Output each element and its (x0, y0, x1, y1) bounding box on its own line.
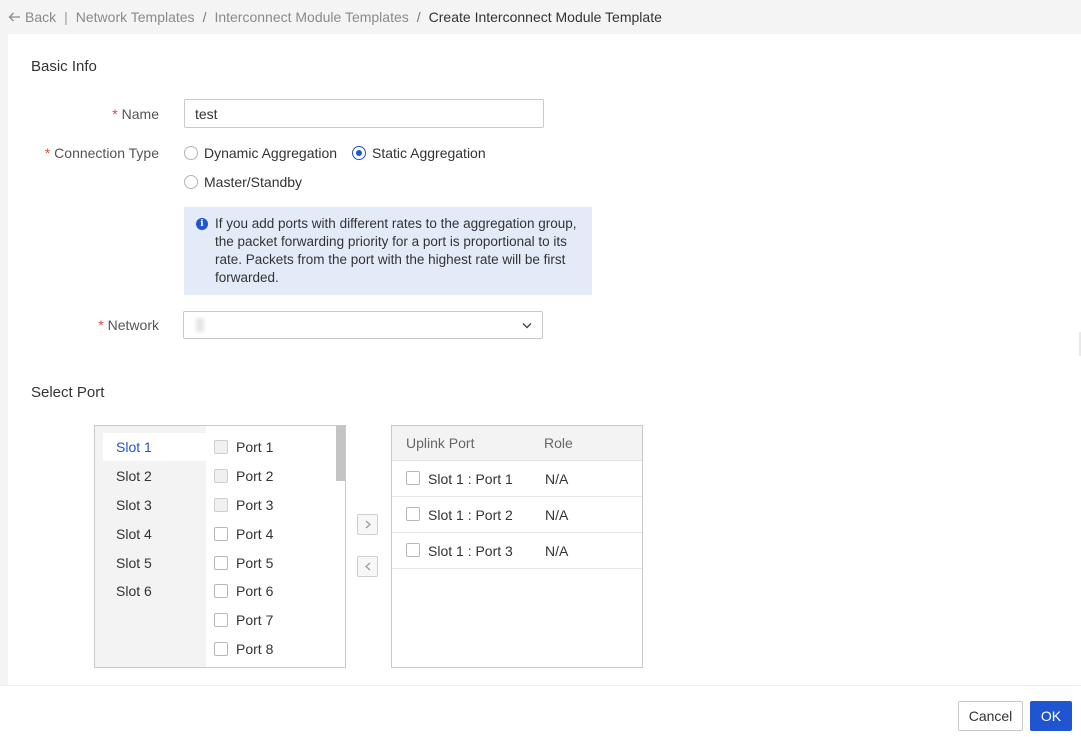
name-input[interactable] (184, 99, 544, 128)
radio-unchecked-icon (184, 175, 198, 189)
uplink-role: N/A (545, 543, 569, 559)
required-mark: * (98, 317, 104, 333)
uplink-table-header: Uplink Port Role (392, 426, 642, 461)
uplink-port-panel: Uplink Port Role Slot 1 : Port 1 N/A Slo… (391, 425, 643, 668)
table-row: Slot 1 : Port 1 N/A (392, 461, 642, 497)
uplink-role: N/A (545, 507, 569, 523)
required-mark: * (44, 145, 51, 161)
uplink-port-name: Slot 1 : Port 3 (428, 543, 513, 559)
radio-master-standby[interactable]: Master/Standby (184, 174, 302, 190)
breadcrumb-current: Create Interconnect Module Template (428, 9, 662, 25)
slot-item-3[interactable]: Slot 3 (103, 491, 206, 519)
port-label: Port 8 (236, 641, 274, 657)
radio-checked-icon (352, 146, 366, 160)
radio-label: Master/Standby (204, 174, 303, 190)
move-right-button[interactable] (357, 514, 378, 535)
chevron-left-icon (364, 562, 370, 571)
connection-type-label: * Connection Type (28, 145, 159, 161)
breadcrumb-separator: / (202, 9, 207, 25)
basic-info-title: Basic Info (31, 58, 97, 75)
port-item-2[interactable]: Port 2 (214, 468, 273, 484)
slot-item-2[interactable]: Slot 2 (103, 462, 206, 490)
port-item-4[interactable]: Port 4 (214, 526, 273, 542)
breadcrumb-divider: | (64, 9, 68, 25)
port-label: Port 1 (236, 439, 274, 455)
port-list-scrollbar[interactable] (336, 426, 345, 481)
info-notice: i If you add ports with different rates … (184, 207, 592, 295)
name-label-text: Name (121, 106, 159, 122)
slot-item-5[interactable]: Slot 5 (103, 549, 206, 577)
network-select[interactable] (183, 311, 543, 339)
port-label: Port 3 (236, 497, 274, 513)
chevron-right-icon (365, 520, 371, 529)
radio-label: Static Aggregation (372, 145, 486, 161)
table-row: Slot 1 : Port 3 N/A (392, 533, 642, 569)
select-port-title: Select Port (31, 384, 105, 401)
port-label: Port 6 (236, 583, 274, 599)
checkbox-disabled-icon (214, 440, 228, 454)
checkbox-icon (214, 527, 228, 541)
form-content: Basic Info *Name *Connection Type Dynami… (8, 34, 1081, 685)
row-checkbox[interactable] (406, 471, 420, 485)
back-link[interactable]: Back (8, 9, 56, 25)
port-label: Port 2 (236, 468, 274, 484)
footer-bar: Cancel OK (0, 685, 1081, 737)
ok-button[interactable]: OK (1030, 701, 1072, 731)
breadcrumb: Back | Network Templates / Interconnect … (0, 0, 1081, 34)
info-text: If you add ports with different rates to… (215, 216, 577, 285)
breadcrumb-network-templates[interactable]: Network Templates (76, 9, 195, 25)
move-left-button[interactable] (357, 556, 378, 577)
required-mark: * (112, 106, 118, 122)
checkbox-icon (214, 556, 228, 570)
network-label: * Network (48, 317, 159, 333)
uplink-port-name: Slot 1 : Port 1 (428, 471, 513, 487)
row-checkbox[interactable] (406, 543, 420, 557)
uplink-role: N/A (545, 471, 569, 487)
port-label: Port 7 (236, 612, 274, 628)
radio-static-aggregation[interactable]: Static Aggregation (352, 145, 486, 161)
checkbox-disabled-icon (214, 498, 228, 512)
radio-dynamic-aggregation[interactable]: Dynamic Aggregation (184, 145, 337, 161)
slot-item-1[interactable]: Slot 1 (103, 433, 206, 461)
connection-type-label-text: Connection Type (54, 145, 159, 161)
back-label: Back (25, 9, 57, 25)
info-icon: i (196, 218, 208, 230)
slot-item-4[interactable]: Slot 4 (103, 520, 206, 548)
uplink-port-column-header: Uplink Port (406, 435, 475, 451)
radio-label: Dynamic Aggregation (204, 145, 338, 161)
cancel-button[interactable]: Cancel (958, 701, 1023, 731)
breadcrumb-interconnect-module-templates[interactable]: Interconnect Module Templates (214, 9, 408, 25)
slot-list: Slot 1 Slot 2 Slot 3 Slot 4 Slot 5 Slot … (95, 426, 206, 667)
checkbox-icon (214, 613, 228, 627)
port-item-5[interactable]: Port 5 (214, 555, 273, 571)
arrow-left-icon (8, 12, 20, 22)
port-source-panel: Slot 1 Slot 2 Slot 3 Slot 4 Slot 5 Slot … (94, 425, 346, 668)
uplink-port-name: Slot 1 : Port 2 (428, 507, 513, 523)
checkbox-icon (214, 584, 228, 598)
role-column-header: Role (544, 435, 573, 451)
network-selected-value-redacted (196, 318, 204, 332)
slot-item-6[interactable]: Slot 6 (103, 577, 206, 605)
breadcrumb-separator: / (416, 9, 421, 25)
network-label-text: Network (107, 317, 159, 333)
port-item-7[interactable]: Port 7 (214, 612, 273, 628)
table-row: Slot 1 : Port 2 N/A (392, 497, 642, 533)
port-label: Port 4 (236, 526, 274, 542)
name-label: * Name (48, 106, 159, 122)
port-item-3[interactable]: Port 3 (214, 497, 273, 513)
checkbox-disabled-icon (214, 469, 228, 483)
chevron-down-icon (522, 323, 532, 329)
checkbox-icon (214, 642, 228, 656)
port-label: Port 5 (236, 555, 274, 571)
port-item-6[interactable]: Port 6 (214, 583, 273, 599)
row-checkbox[interactable] (406, 507, 420, 521)
port-item-1[interactable]: Port 1 (214, 439, 273, 455)
port-item-8[interactable]: Port 8 (214, 641, 273, 657)
radio-unchecked-icon (184, 146, 198, 160)
